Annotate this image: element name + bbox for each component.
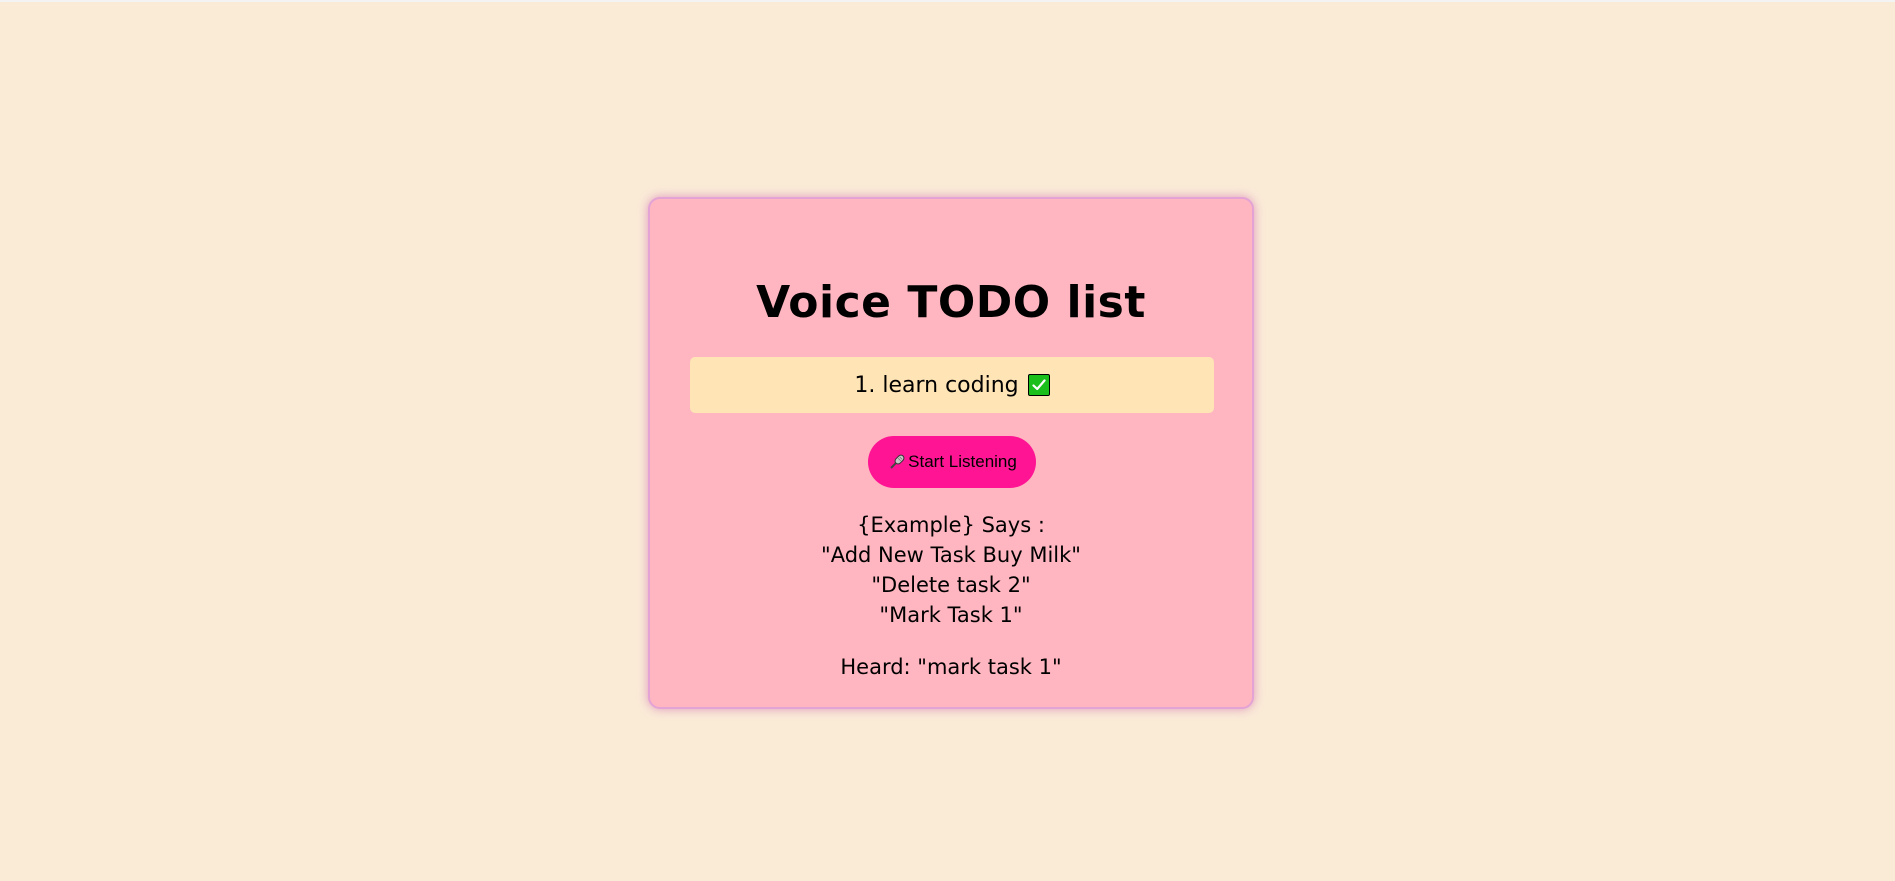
voice-command-examples: {Example} Says : "Add New Task Buy Milk"… xyxy=(650,510,1252,630)
top-divider xyxy=(0,0,1895,2)
task-list: 1. learn coding xyxy=(690,357,1214,413)
check-mark-icon xyxy=(1027,374,1050,396)
task-label: 1. learn coding xyxy=(854,372,1019,398)
todo-card: Voice TODO list 1. learn coding Start Li xyxy=(648,197,1254,709)
task-item: 1. learn coding xyxy=(690,357,1214,413)
microphone-icon xyxy=(887,452,907,472)
example-command: "Delete task 2" xyxy=(871,573,1031,597)
example-command: "Mark Task 1" xyxy=(879,603,1023,627)
example-command: "Add New Task Buy Milk" xyxy=(821,543,1081,567)
heard-transcript: Heard: "mark task 1" xyxy=(840,655,1062,679)
page-title: Voice TODO list xyxy=(756,277,1146,328)
start-listening-button[interactable]: Start Listening xyxy=(868,436,1036,488)
start-listening-label: Start Listening xyxy=(908,452,1017,471)
examples-header: {Example} Says : xyxy=(857,513,1045,537)
